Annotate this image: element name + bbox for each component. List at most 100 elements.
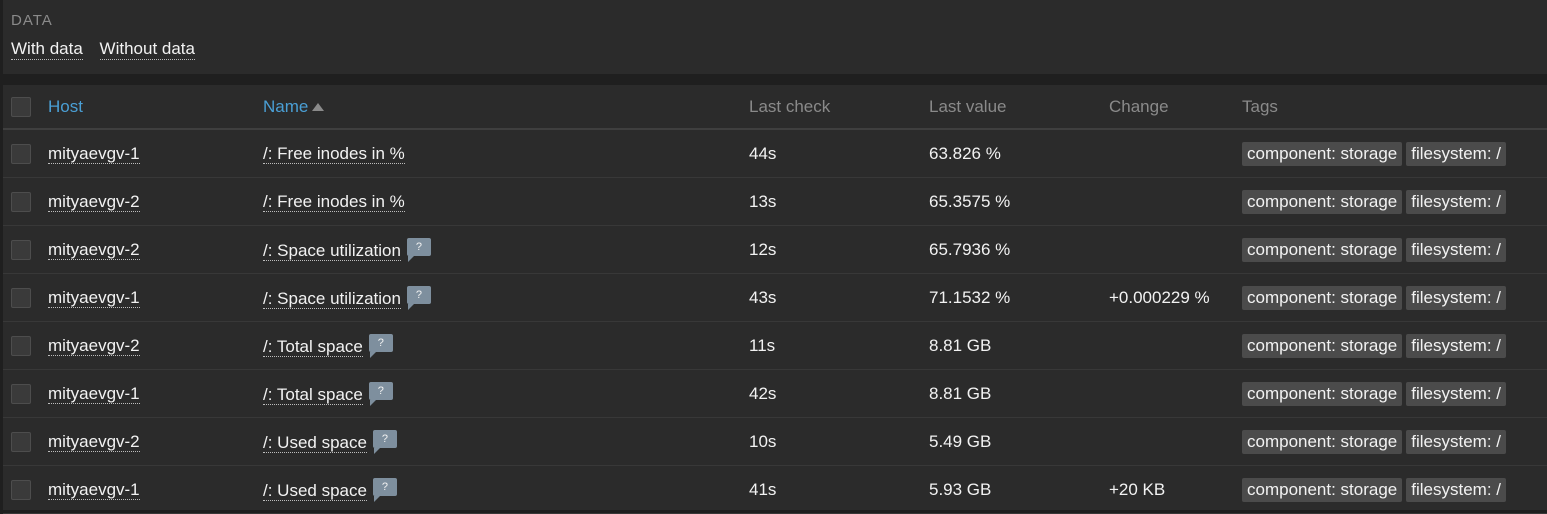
tag-badge[interactable]: filesystem: / [1406,333,1507,358]
host-link[interactable]: mityaevgv-2 [48,335,140,356]
host-link[interactable]: mityaevgv-1 [48,479,140,500]
last-value-cell: 65.3575 % [929,177,1109,226]
row-checkbox[interactable] [11,383,31,404]
host-link[interactable]: mityaevgv-2 [48,431,140,452]
host-link[interactable]: mityaevgv-1 [48,143,140,164]
last-value-cell: 5.93 GB [929,465,1109,514]
table-row: mityaevgv-2/: Total space? 11s 8.81 GB comp… [3,321,1547,370]
change-cell [1109,225,1242,274]
item-name-link[interactable]: /: Space utilization [263,289,401,309]
item-name-cell: /: Free inodes in % [263,129,749,178]
tag-badge[interactable]: filesystem: / [1406,477,1507,502]
last-check-cell: 44s [749,129,929,178]
last-value-cell: 5.49 GB [929,417,1109,466]
row-checkbox[interactable] [11,431,31,452]
host-cell: mityaevgv-2 [48,225,263,274]
row-select-cell [3,465,48,514]
column-header-change: Change [1109,85,1242,130]
data-filter-panel: DATA With data Without data [3,0,1547,74]
last-value-cell: 8.81 GB [929,321,1109,370]
tag-badge[interactable]: component: storage [1242,381,1403,406]
item-name-link[interactable]: /: Space utilization [263,241,401,261]
help-hint-icon[interactable]: ? [372,478,397,502]
column-header-last-check: Last check [749,85,929,130]
row-select-cell [3,369,48,418]
latest-data-table-container: Host Name Last check Last value Change T… [3,85,1547,514]
host-link[interactable]: mityaevgv-1 [48,383,140,404]
help-hint-icon[interactable]: ? [406,286,431,310]
help-hint-icon[interactable]: ? [368,382,393,406]
tag-badge[interactable]: component: storage [1242,477,1403,502]
help-hint-icon[interactable]: ? [368,334,393,358]
tag-badge[interactable]: component: storage [1242,189,1403,214]
row-select-cell [3,321,48,370]
tags-cell: component: storage filesystem: / [1242,273,1547,322]
column-header-tags: Tags [1242,85,1547,130]
column-header-host[interactable]: Host [48,85,263,130]
tag-badge[interactable]: component: storage [1242,333,1403,358]
last-value-cell: 71.1532 % [929,273,1109,322]
item-name-link[interactable]: /: Free inodes in % [263,143,405,164]
table-header-row: Host Name Last check Last value Change T… [3,85,1547,130]
table-body: mityaevgv-1 /: Free inodes in % 44s 63.826 … [3,129,1547,514]
tag-badge[interactable]: filesystem: / [1406,381,1507,406]
item-name-link[interactable]: /: Total space [263,337,363,357]
item-name-link[interactable]: /: Used space [263,481,367,501]
last-value-cell: 65.7936 % [929,225,1109,274]
tag-badge[interactable]: component: storage [1242,141,1403,166]
row-checkbox[interactable] [11,191,31,212]
select-all-cell [3,85,48,130]
row-checkbox[interactable] [11,143,31,164]
host-link[interactable]: mityaevgv-2 [48,191,140,212]
row-select-cell [3,129,48,178]
tag-badge[interactable]: filesystem: / [1406,429,1507,454]
change-cell: +0.000229 % [1109,273,1242,322]
row-checkbox[interactable] [11,239,31,260]
host-link[interactable]: mityaevgv-1 [48,287,140,308]
row-checkbox[interactable] [11,287,31,308]
tag-badge[interactable]: component: storage [1242,237,1403,262]
tag-badge[interactable]: filesystem: / [1406,141,1507,166]
tags-cell: component: storage filesystem: / [1242,225,1547,274]
tag-badge[interactable]: filesystem: / [1406,189,1507,214]
row-checkbox[interactable] [11,479,31,500]
tag-badge[interactable]: component: storage [1242,285,1403,310]
row-select-cell [3,273,48,322]
tag-badge[interactable]: filesystem: / [1406,237,1507,262]
table-row: mityaevgv-1/: Space utilization? 43s 71.15… [3,273,1547,322]
item-name-cell: /: Free inodes in % [263,177,749,226]
tag-badge[interactable]: filesystem: / [1406,285,1507,310]
last-value-cell: 8.81 GB [929,369,1109,418]
filter-with-data-link[interactable]: With data [11,39,83,60]
data-filter-options: With data Without data [11,39,207,60]
item-name-link[interactable]: /: Used space [263,433,367,453]
tags-cell: component: storage filesystem: / [1242,465,1547,514]
host-cell: mityaevgv-2 [48,417,263,466]
tags-cell: component: storage filesystem: / [1242,129,1547,178]
column-header-name[interactable]: Name [263,85,749,130]
tags-cell: component: storage filesystem: / [1242,177,1547,226]
sort-ascending-icon [312,102,325,111]
table-row: mityaevgv-1/: Used space? 41s 5.93 GB +20 K… [3,465,1547,514]
table-row: mityaevgv-2 /: Space utilization? 12s 65.79… [3,225,1547,274]
host-cell: mityaevgv-2 [48,321,263,370]
filter-without-data-link[interactable]: Without data [99,39,195,60]
column-header-last-value: Last value [929,85,1109,130]
column-header-name-label: Name [263,96,309,116]
tag-badge[interactable]: component: storage [1242,429,1403,454]
last-value-cell: 63.826 % [929,129,1109,178]
host-link[interactable]: mityaevgv-2 [48,239,140,260]
item-name-cell: /: Total space? [263,321,749,370]
help-hint-icon[interactable]: ? [406,238,431,262]
change-cell [1109,321,1242,370]
help-hint-icon[interactable]: ? [372,430,397,454]
last-check-cell: 12s [749,225,929,274]
item-name-link[interactable]: /: Total space [263,385,363,405]
select-all-checkbox[interactable] [11,96,31,117]
row-select-cell [3,225,48,274]
item-name-link[interactable]: /: Free inodes in % [263,191,405,212]
row-checkbox[interactable] [11,335,31,356]
last-check-cell: 11s [749,321,929,370]
last-check-cell: 10s [749,417,929,466]
item-name-cell: /: Total space? [263,369,749,418]
